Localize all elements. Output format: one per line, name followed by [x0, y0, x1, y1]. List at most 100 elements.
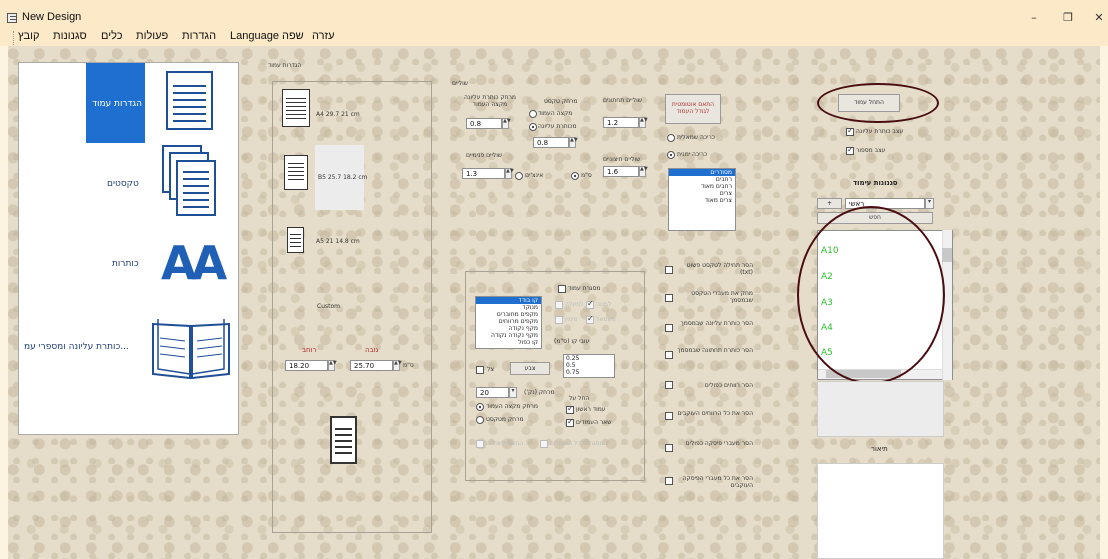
bottom-margin-input[interactable]: 1.2 — [603, 117, 639, 128]
option-checkbox[interactable] — [665, 412, 673, 420]
outer-margin-spinner[interactable]: ▲▼ — [639, 166, 648, 177]
frame-type-list[interactable]: קו בודד מנוקד מקפים מחוברים מקפים מרווחי… — [475, 296, 542, 349]
inches-radio[interactable] — [515, 172, 523, 180]
thickness-list[interactable]: 0.25 0.5 0.75 — [563, 354, 615, 378]
format-numbering-checkbox[interactable] — [846, 145, 854, 155]
format-numbering-label: עצב מספור — [856, 147, 886, 154]
text-distance-input[interactable]: 0.8 — [533, 137, 569, 148]
option-checkbox[interactable] — [665, 381, 673, 389]
auto-fit-button[interactable]: התאם אוטומטית לגודל העמוד — [665, 94, 721, 124]
frame-bottom-checkbox[interactable] — [586, 299, 594, 309]
page-size-a4-icon[interactable] — [282, 89, 310, 127]
page-size-a5-icon[interactable] — [287, 227, 304, 253]
list-item[interactable]: מקף נקודה נקודה — [476, 332, 541, 339]
page-size-a4-label[interactable]: A4 29.7 21 cm — [316, 111, 360, 118]
shadow-checkbox[interactable] — [476, 366, 484, 374]
option-checkbox[interactable] — [665, 477, 673, 485]
height-spinner[interactable]: ▲▼ — [393, 360, 402, 371]
menu-language[interactable]: Language שפה — [230, 30, 304, 42]
style-combo-arrow[interactable]: ▾ — [925, 198, 934, 209]
description-label: תיאור — [871, 445, 888, 453]
list-item[interactable]: מקפים מרווחים — [476, 318, 541, 325]
frame-left-checkbox[interactable] — [586, 314, 594, 324]
from-page-edge-radio[interactable] — [529, 110, 537, 118]
first-page-label: עמוד ראשון — [576, 406, 606, 413]
list-item[interactable]: רחבים — [669, 176, 735, 183]
minimize-button[interactable]: – — [1019, 10, 1049, 26]
header-distance-spinner[interactable]: ▲▼ — [502, 118, 511, 129]
frame-color-button[interactable]: צבע — [510, 362, 550, 375]
samples-vscroll-thumb[interactable] — [942, 248, 952, 262]
restore-button[interactable]: ❐ — [1053, 10, 1083, 26]
list-item[interactable]: מקף נקודה — [476, 325, 541, 332]
menu-help[interactable]: עזרה — [312, 30, 334, 42]
page-size-b5-label[interactable]: B5 25.7 18.2 cm — [318, 174, 368, 181]
text-distance-spinner[interactable]: ▲▼ — [569, 137, 578, 148]
binding-right-radio[interactable] — [667, 151, 675, 159]
list-item[interactable]: 0.5 — [564, 362, 614, 369]
cm-radio[interactable] — [571, 172, 579, 180]
from-header-radio[interactable] — [529, 123, 537, 131]
option-checkbox[interactable] — [665, 324, 673, 332]
list-item[interactable]: מסודרים — [669, 169, 735, 176]
list-item[interactable]: רחבים מאוד — [669, 183, 735, 190]
list-item[interactable]: צרים — [669, 190, 735, 197]
distance-combo-arrow[interactable]: ▾ — [509, 387, 517, 398]
inches-label: אינצ'ים — [525, 172, 544, 179]
all-pages-frame-checkbox[interactable] — [540, 440, 548, 448]
frame-top-label: למעלה — [565, 301, 584, 308]
other-pages-checkbox[interactable] — [566, 417, 574, 427]
binding-left-radio[interactable] — [667, 134, 675, 142]
fit-margins-checkbox[interactable] — [476, 440, 484, 448]
list-item[interactable]: מנוקד — [476, 304, 541, 311]
width-spinner[interactable]: ▲▼ — [328, 360, 337, 371]
height-input[interactable]: 25.70 — [350, 360, 393, 371]
outer-margin-input[interactable]: 1.6 — [603, 166, 639, 177]
menu-tools[interactable]: כלים — [101, 30, 122, 42]
option-label: מחק את מעברי הטקסט שבמסמך — [691, 290, 753, 304]
page-size-b5-icon[interactable] — [284, 155, 308, 190]
list-item[interactable]: קו בודד — [476, 297, 541, 304]
description-textarea[interactable] — [817, 463, 944, 559]
page-frame-label: מסגרת עמוד — [568, 285, 601, 292]
from-text-radio[interactable] — [476, 416, 484, 424]
width-input[interactable]: 18.20 — [285, 360, 328, 371]
header-distance-input[interactable]: 0.8 — [466, 118, 502, 129]
nav-item-header-footer[interactable]: כותרת עליונה ומספרי עמ... — [24, 342, 129, 352]
nav-item-headings[interactable]: כותרות — [112, 259, 139, 269]
list-item[interactable]: קו כפול — [476, 339, 541, 346]
list-item[interactable]: 0.75 — [564, 369, 614, 376]
frame-right-checkbox[interactable] — [555, 316, 563, 324]
first-page-checkbox[interactable] — [566, 404, 574, 414]
menu-actions[interactable]: פעולות — [136, 30, 168, 42]
add-style-button[interactable]: + — [817, 198, 842, 209]
texts-icon — [176, 160, 216, 216]
bottom-margin-spinner[interactable]: ▲▼ — [639, 117, 648, 128]
page-frame-checkbox[interactable] — [558, 285, 566, 293]
frame-top-checkbox[interactable] — [555, 301, 563, 309]
option-checkbox[interactable] — [665, 444, 673, 452]
option-label: הסר את כל מעברי הפיסקה העוקבים — [682, 475, 753, 489]
option-checkbox[interactable] — [665, 294, 673, 302]
all-pages-frame-label: מסגרת לכל העמודים — [550, 440, 604, 447]
list-item[interactable]: מקפים מחוברים — [476, 311, 541, 318]
annotation-ellipse — [797, 206, 945, 384]
close-button[interactable]: ✕ — [1084, 10, 1108, 26]
format-header-checkbox[interactable] — [846, 126, 854, 136]
menu-file[interactable]: קובץ — [18, 30, 39, 42]
distance-combo[interactable]: 20 — [476, 387, 509, 398]
option-checkbox[interactable] — [665, 266, 673, 274]
list-item[interactable]: 0.25 — [564, 355, 614, 362]
inner-margin-spinner[interactable]: ▲▼ — [505, 168, 514, 179]
inner-margin-input[interactable]: 1.3 — [462, 168, 505, 179]
list-item[interactable]: צרים מאוד — [669, 197, 735, 204]
binding-list[interactable]: מסודרים רחבים רחבים מאוד צרים צרים מאוד — [668, 168, 736, 231]
menu-settings[interactable]: הגדרות — [182, 30, 216, 42]
option-checkbox[interactable] — [665, 351, 673, 359]
nav-item-texts[interactable]: טקסטים — [107, 179, 139, 189]
from-edge-radio[interactable] — [476, 403, 484, 411]
nav-item-page-settings[interactable]: הגדרות עמוד — [86, 63, 145, 143]
menu-styles[interactable]: סגנונות — [53, 30, 87, 42]
custom-size-label: Custom — [317, 303, 340, 310]
page-size-a5-label[interactable]: A5 21 14.8 cm — [316, 238, 360, 245]
